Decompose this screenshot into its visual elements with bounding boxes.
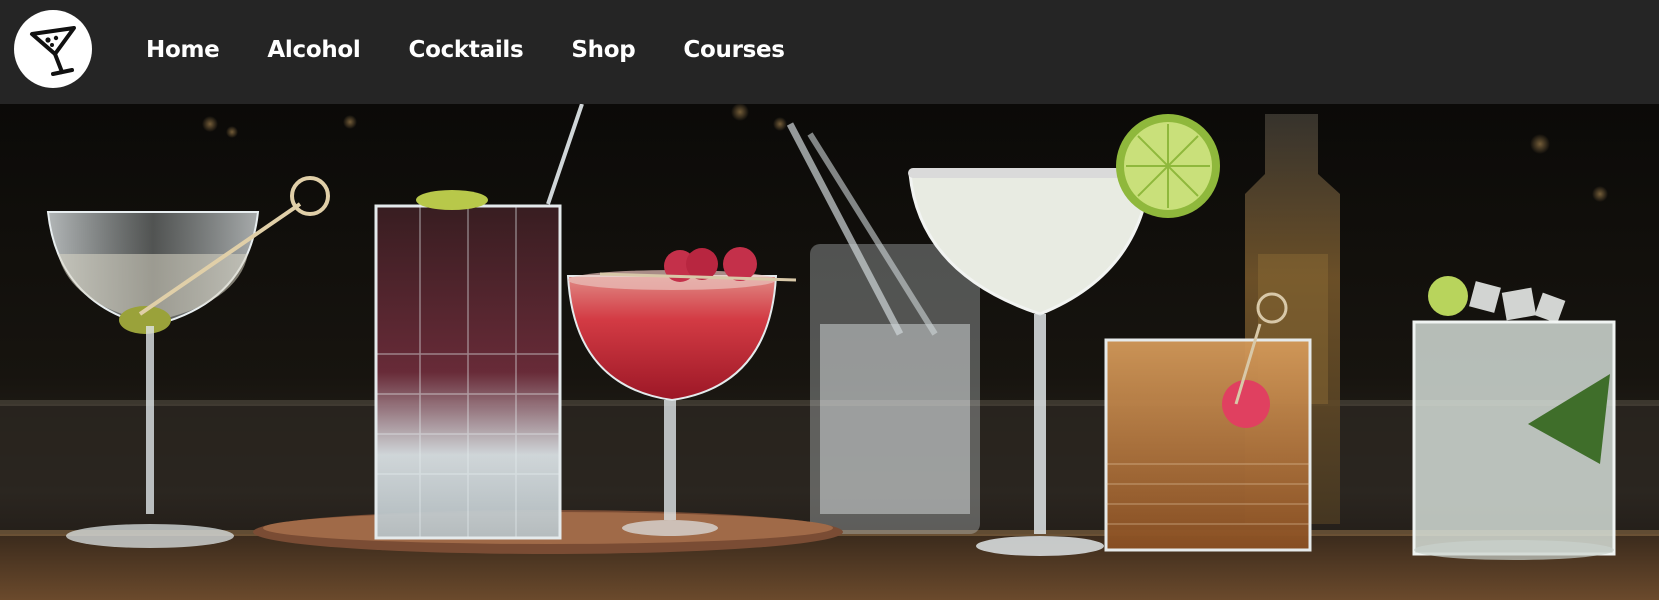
site-logo[interactable] <box>14 10 92 88</box>
martini-glass-icon <box>30 26 76 76</box>
main-nav: Home Alcohol Cocktails Shop Courses <box>146 0 833 100</box>
navbar: Home Alcohol Cocktails Shop Courses <box>0 0 1659 104</box>
nav-cocktails[interactable]: Cocktails <box>409 37 524 63</box>
nav-home[interactable]: Home <box>146 37 220 63</box>
hero-cocktails-image <box>0 104 1659 600</box>
nav-alcohol[interactable]: Alcohol <box>267 37 360 63</box>
hero-banner <box>0 104 1659 600</box>
nav-courses[interactable]: Courses <box>683 37 785 63</box>
nav-shop[interactable]: Shop <box>571 37 635 63</box>
